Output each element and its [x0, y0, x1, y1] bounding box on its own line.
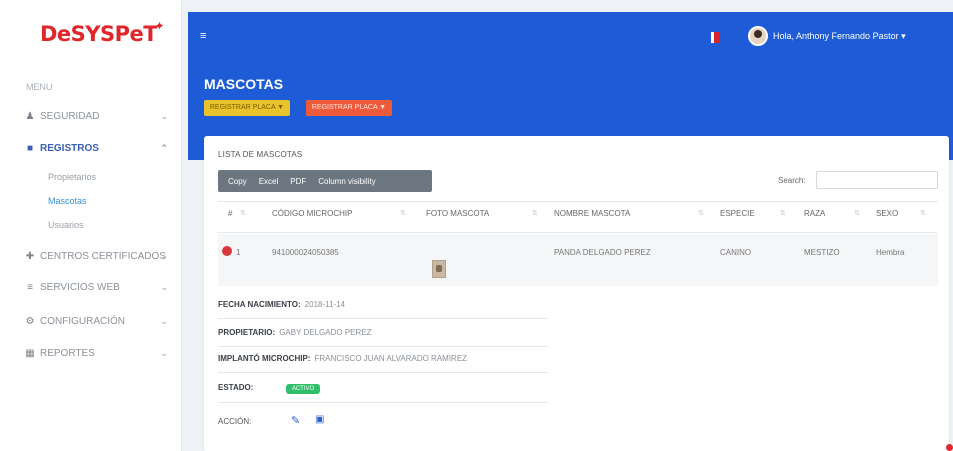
- sort-icon: ⇅: [698, 210, 704, 217]
- sidebar-item-reportes[interactable]: ▦ REPORTES ⌄: [24, 345, 174, 361]
- chart-icon: ▦: [25, 347, 35, 359]
- detail-divider: [218, 402, 548, 403]
- clipboard-icon: ■: [26, 142, 34, 154]
- copy-button[interactable]: Copy: [228, 177, 247, 186]
- column-header-index[interactable]: #: [228, 209, 232, 218]
- sidebar-item-label: SERVICIOS WEB: [40, 281, 120, 293]
- chevron-down-icon: ⌄: [160, 281, 168, 292]
- column-header-photo[interactable]: FOTO MASCOTA: [426, 209, 489, 218]
- table-top-divider: [218, 201, 938, 202]
- column-header-name[interactable]: NOMBRE MASCOTA: [554, 209, 630, 218]
- column-visibility-button[interactable]: Column visibility: [318, 177, 375, 186]
- search-input[interactable]: [816, 171, 938, 189]
- status-label: ESTADO:: [218, 383, 254, 392]
- sidebar-subitem-propietarios[interactable]: Propietarios: [48, 172, 96, 182]
- pet-photo[interactable]: [432, 260, 446, 278]
- avatar[interactable]: [748, 26, 768, 46]
- sidebar-item-label: CONFIGURACIÓN: [40, 315, 125, 327]
- register-placa-button[interactable]: REGISTRAR PLACA ▼: [204, 100, 290, 116]
- cell-pet-name: PANDA DELGADO PEREZ: [554, 248, 651, 257]
- sidebar-item-label: CENTROS CERTIFICADOS: [40, 250, 166, 262]
- sidebar-subitem-usuarios[interactable]: Usuarios: [48, 220, 84, 230]
- user-menu[interactable]: Hola, Anthony Fernando Pastor ▾: [773, 31, 906, 42]
- cell-species: CANINO: [720, 248, 752, 257]
- list-icon: ≡: [27, 281, 33, 293]
- sort-icon: ⇅: [400, 210, 406, 217]
- page-title: MASCOTAS: [204, 76, 284, 92]
- sidebar-item-label: REPORTES: [40, 347, 95, 359]
- cell-index: 1: [236, 248, 241, 257]
- sidebar-item-label: SEGURIDAD: [40, 110, 100, 122]
- notification-dot: [946, 444, 953, 451]
- owner-label: PROPIETARIO:: [218, 328, 276, 337]
- export-toolbar: Copy Excel PDF Column visibility: [218, 170, 432, 192]
- sidebar: DeSYSPeT ✦ MENU ♟ SEGURIDAD ⌄ ■ REGISTROS…: [0, 0, 182, 451]
- chevron-down-icon: ⌄: [160, 347, 168, 358]
- gear-icon: ⚙: [25, 315, 35, 327]
- implant-label: IMPLANTÓ MICROCHIP:: [218, 354, 311, 363]
- expand-row-icon[interactable]: [222, 246, 232, 256]
- status-badge: ACTIVO: [286, 384, 320, 394]
- pets-card: LISTA DE MASCOTAS Copy Excel PDF Column …: [204, 136, 949, 451]
- chevron-down-icon: ⌄: [160, 250, 168, 261]
- detail-divider: [218, 346, 548, 347]
- column-header-species[interactable]: ESPECIE: [720, 209, 755, 218]
- hospital-icon: ✚: [25, 250, 35, 262]
- cell-breed: MESTIZO: [804, 248, 840, 257]
- excel-button[interactable]: Excel: [259, 177, 279, 186]
- register-secondary-button[interactable]: REGISTRAR PLACA ▼: [306, 100, 392, 116]
- detail-divider: [218, 318, 548, 319]
- menu-caption: MENU: [26, 82, 53, 92]
- logo-paw-icon: ✦: [154, 19, 165, 33]
- sidebar-item-registros[interactable]: ■ REGISTROS ⌃: [24, 140, 174, 156]
- card-title: LISTA DE MASCOTAS: [218, 150, 303, 159]
- cell-microchip: 941000024050385: [272, 248, 339, 257]
- sort-icon: ⇅: [240, 210, 246, 217]
- table-row[interactable]: [218, 234, 938, 286]
- cell-sex: Hembra: [876, 248, 905, 257]
- sidebar-item-seguridad[interactable]: ♟ SEGURIDAD ⌄: [24, 108, 174, 124]
- user-icon: ♟: [25, 110, 35, 122]
- sidebar-item-configuracion[interactable]: ⚙ CONFIGURACIÓN ⌄: [24, 313, 174, 329]
- implant-detail: IMPLANTÓ MICROCHIP: FRANCISCO JUAN ALVARA…: [218, 354, 467, 363]
- chevron-up-icon: ⌃: [160, 142, 168, 153]
- action-label: ACCIÓN:: [218, 417, 252, 426]
- sidebar-subitem-mascotas[interactable]: Mascotas: [48, 196, 87, 206]
- detail-divider: [218, 372, 548, 373]
- birth-date-detail: FECHA NACIMIENTO: 2018-11-14: [218, 300, 345, 309]
- flag-icon[interactable]: [711, 32, 720, 43]
- birth-date-value: 2018-11-14: [304, 300, 345, 309]
- sort-icon: ⇅: [532, 210, 538, 217]
- pdf-button[interactable]: PDF: [290, 177, 306, 186]
- edit-icon[interactable]: ✎: [291, 414, 300, 427]
- sort-icon: ⇅: [780, 210, 786, 217]
- table-header-divider: [218, 232, 938, 233]
- sidebar-item-servicios[interactable]: ≡ SERVICIOS WEB ⌄: [24, 279, 174, 295]
- column-header-microchip[interactable]: CÓDIGO MICROCHIP: [272, 209, 352, 218]
- trash-icon[interactable]: ▣: [315, 414, 324, 425]
- owner-value: GABY DELGADO PEREZ: [279, 328, 372, 337]
- sidebar-item-label: REGISTROS: [40, 142, 99, 154]
- sort-icon: ⇅: [920, 210, 926, 217]
- birth-date-label: FECHA NACIMIENTO:: [218, 300, 301, 309]
- sidebar-item-centros[interactable]: ✚ CENTROS CERTIFICADOS ⌄: [24, 248, 174, 264]
- column-header-sex[interactable]: SEXO: [876, 209, 898, 218]
- chevron-down-icon: ⌄: [160, 315, 168, 326]
- app-logo[interactable]: DeSYSPeT ✦: [40, 19, 165, 46]
- menu-toggle-icon[interactable]: ≡: [200, 30, 206, 42]
- chevron-down-icon: ⌄: [160, 110, 168, 121]
- implant-value: FRANCISCO JUAN ALVARADO RAMIREZ: [314, 354, 468, 363]
- search-label: Search:: [778, 176, 806, 185]
- logo-text: DeSYSPeT: [40, 22, 158, 46]
- status-detail: ESTADO:: [218, 383, 257, 392]
- owner-detail: PROPIETARIO: GABY DELGADO PEREZ: [218, 328, 372, 337]
- sort-icon: ⇅: [854, 210, 860, 217]
- column-header-breed[interactable]: RAZA: [804, 209, 825, 218]
